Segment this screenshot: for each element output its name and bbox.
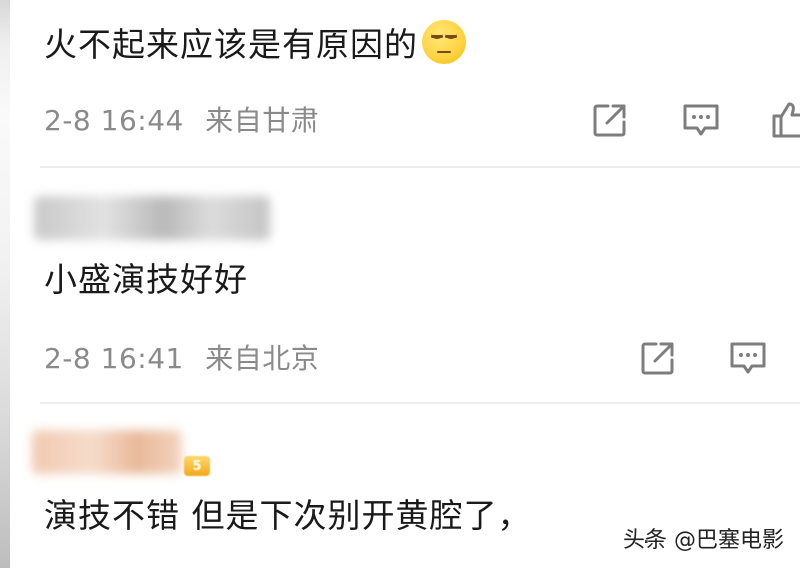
level-badge: 5	[184, 456, 210, 476]
comment-text: 演技不错 但是下次别开黄腔了，	[44, 496, 532, 535]
comment-icon	[730, 342, 766, 374]
comment-item: 火不起来应该是有原因的 2-8 16:44 来自甘肃	[0, 0, 800, 168]
comment-text-content: 火不起来应该是有原因的	[44, 25, 418, 64]
comment-meta: 2-8 16:41 来自北京	[44, 342, 319, 376]
like-icon	[772, 102, 800, 138]
avatar-username-blur	[34, 196, 270, 240]
share-icon	[641, 342, 674, 375]
share-icon	[593, 104, 626, 137]
comment-location: 来自甘肃	[205, 104, 320, 137]
comment-location: 来自北京	[205, 342, 320, 375]
comment-text: 小盛演技好好	[44, 260, 248, 299]
avatar-username-blur	[32, 430, 182, 474]
watermark: 头条 @巴塞电影	[623, 528, 784, 553]
like-button[interactable]	[770, 100, 800, 140]
comment-time: 2-8 16:44	[44, 104, 184, 137]
comment-meta: 2-8 16:44 来自甘肃	[44, 104, 319, 138]
reply-button[interactable]	[728, 338, 768, 378]
reply-button[interactable]	[681, 100, 721, 140]
unamused-face-emoji-icon	[422, 20, 466, 64]
share-button[interactable]	[590, 100, 630, 140]
comment-icon	[683, 104, 719, 136]
comment-item: 小盛演技好好 2-8 16:41 来自北京	[0, 168, 800, 404]
comment-time: 2-8 16:41	[44, 342, 184, 375]
comment-text: 火不起来应该是有原因的	[44, 20, 466, 65]
share-button[interactable]	[638, 338, 678, 378]
